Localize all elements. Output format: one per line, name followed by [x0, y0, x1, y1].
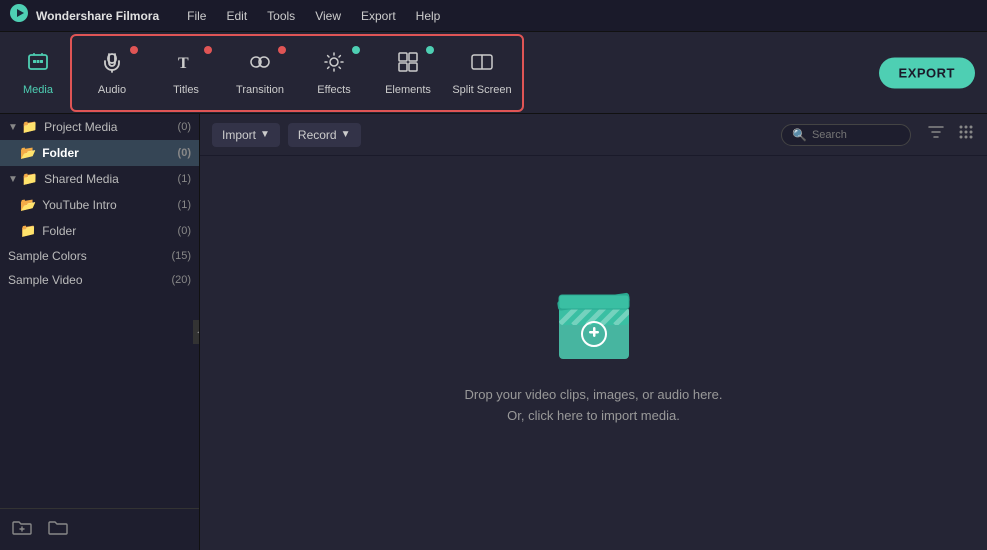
toolbar: Media Audio T Titles: [0, 32, 987, 114]
shared-folder-label: Folder: [42, 224, 76, 238]
toolbar-audio-button[interactable]: Audio: [76, 40, 148, 106]
effects-dot: [352, 46, 360, 54]
drop-area-text: Drop your video clips, images, or audio …: [465, 385, 723, 427]
import-button[interactable]: Import ▼: [212, 123, 280, 147]
menu-file[interactable]: File: [179, 7, 214, 25]
transition-icon: [248, 50, 272, 78]
project-media-label: Project Media: [44, 120, 117, 134]
sidebar-item-folder[interactable]: 📂 Folder (0): [0, 140, 199, 166]
shared-media-count: (1): [178, 173, 191, 185]
elements-dot: [426, 46, 434, 54]
effects-label: Effects: [317, 84, 350, 96]
svg-text:T: T: [178, 55, 189, 72]
main-content: ▼ 📁 Project Media (0) 📂 Folder (0) ▼ 📁 S…: [0, 114, 987, 550]
youtube-intro-count: (1): [178, 199, 191, 211]
sidebar: ▼ 📁 Project Media (0) 📂 Folder (0) ▼ 📁 S…: [0, 114, 200, 550]
grid-view-icon[interactable]: [957, 123, 975, 146]
record-label: Record: [298, 128, 337, 142]
content-area: Import ▼ Record ▼ 🔍: [200, 114, 987, 550]
import-chevron-icon: ▼: [260, 129, 270, 140]
sidebar-item-sample-colors[interactable]: Sample Colors (15): [0, 244, 199, 268]
audio-label: Audio: [98, 84, 126, 96]
clapperboard-icon: [549, 279, 639, 369]
shared-subfolder-icon: 📁: [20, 223, 36, 239]
menu-tools[interactable]: Tools: [259, 7, 303, 25]
add-folder-icon[interactable]: [12, 518, 32, 541]
drop-area[interactable]: Drop your video clips, images, or audio …: [200, 156, 987, 550]
elements-label: Elements: [385, 84, 431, 96]
toolbar-media-button[interactable]: Media: [8, 40, 68, 106]
audio-icon: [100, 50, 124, 78]
chevron-icon: ▼: [8, 122, 18, 133]
shared-folder-count: (0): [178, 225, 191, 237]
sidebar-item-project-media[interactable]: ▼ 📁 Project Media (0): [0, 114, 199, 140]
sidebar-collapse-button[interactable]: ◀: [193, 320, 200, 344]
search-icon: 🔍: [792, 128, 807, 142]
new-folder-icon[interactable]: [48, 518, 68, 541]
sidebar-item-shared-media[interactable]: ▼ 📁 Shared Media (1): [0, 166, 199, 192]
search-input[interactable]: [812, 129, 902, 141]
title-bar: Wondershare Filmora File Edit Tools View…: [0, 0, 987, 32]
sample-video-label: Sample Video: [8, 273, 83, 287]
shared-folder-icon: 📁: [22, 171, 38, 187]
export-button[interactable]: EXPORT: [879, 57, 975, 88]
transition-label: Transition: [236, 84, 284, 96]
toolbar-group: Audio T Titles Transition: [70, 34, 524, 112]
filter-icon[interactable]: [927, 123, 945, 146]
menu-bar: File Edit Tools View Export Help: [179, 7, 448, 25]
record-button[interactable]: Record ▼: [288, 123, 361, 147]
sample-colors-label: Sample Colors: [8, 249, 87, 263]
folder-open-icon: 📂: [20, 145, 36, 161]
chevron-icon-shared: ▼: [8, 174, 18, 185]
toolbar-transition-button[interactable]: Transition: [224, 40, 296, 106]
elements-icon: [396, 50, 420, 78]
sidebar-item-youtube-intro[interactable]: 📂 YouTube Intro (1): [0, 192, 199, 218]
sample-video-count: (20): [171, 274, 191, 286]
youtube-intro-label: YouTube Intro: [42, 198, 117, 212]
splitscreen-label: Split Screen: [452, 84, 511, 96]
media-icon: [26, 50, 50, 78]
splitscreen-icon: [470, 50, 494, 78]
titles-icon: T: [174, 50, 198, 78]
search-box: 🔍: [781, 124, 911, 146]
sidebar-item-shared-folder[interactable]: 📁 Folder (0): [0, 218, 199, 244]
app-name: Wondershare Filmora: [36, 9, 159, 23]
menu-view[interactable]: View: [307, 7, 349, 25]
toolbar-effects-button[interactable]: Effects: [298, 40, 370, 106]
folder-count: (0): [178, 147, 191, 159]
sidebar-footer: [0, 508, 199, 550]
folder-icon: 📁: [22, 119, 38, 135]
toolbar-titles-button[interactable]: T Titles: [150, 40, 222, 106]
youtube-intro-icon: 📂: [20, 197, 36, 213]
transition-dot: [278, 46, 286, 54]
menu-edit[interactable]: Edit: [218, 7, 255, 25]
app-logo: [10, 4, 28, 27]
toolbar-elements-button[interactable]: Elements: [372, 40, 444, 106]
audio-dot: [130, 46, 138, 54]
sidebar-content: ▼ 📁 Project Media (0) 📂 Folder (0) ▼ 📁 S…: [0, 114, 199, 508]
media-label: Media: [23, 84, 53, 96]
shared-media-label: Shared Media: [44, 172, 119, 186]
content-toolbar: Import ▼ Record ▼ 🔍: [200, 114, 987, 156]
drop-text-line2: Or, click here to import media.: [465, 406, 723, 427]
effects-icon: [322, 50, 346, 78]
sidebar-item-sample-video[interactable]: Sample Video (20): [0, 268, 199, 292]
sample-colors-count: (15): [171, 250, 191, 262]
folder-label: Folder: [42, 146, 79, 160]
import-label: Import: [222, 128, 256, 142]
project-media-count: (0): [178, 121, 191, 133]
drop-text-line1: Drop your video clips, images, or audio …: [465, 385, 723, 406]
record-chevron-icon: ▼: [341, 129, 351, 140]
menu-export[interactable]: Export: [353, 7, 404, 25]
menu-help[interactable]: Help: [408, 7, 449, 25]
titles-label: Titles: [173, 84, 199, 96]
titles-dot: [204, 46, 212, 54]
toolbar-splitscreen-button[interactable]: Split Screen: [446, 40, 518, 106]
